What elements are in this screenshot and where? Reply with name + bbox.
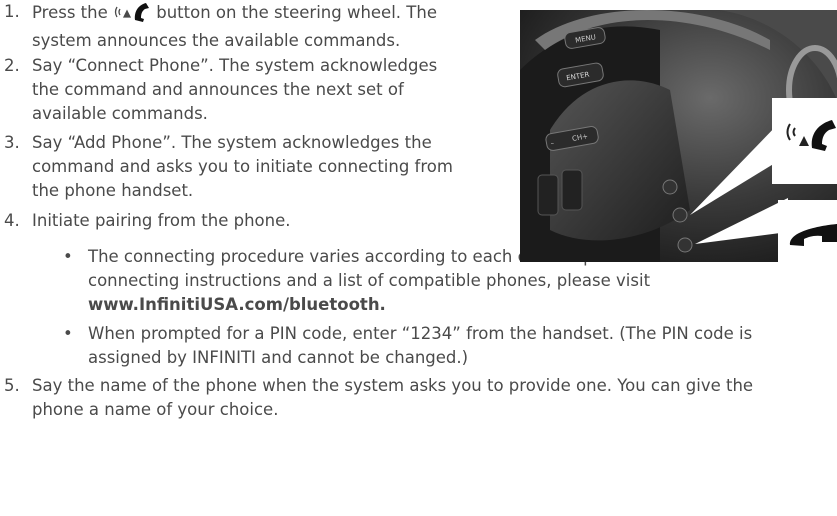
bullet-text: When prompted for a PIN code, enter “123… bbox=[88, 322, 752, 370]
step-text: Say “Connect Phone”. The system acknowle… bbox=[32, 54, 437, 126]
steering-wheel-photo: MENU ENTER – CH+ bbox=[520, 10, 837, 262]
step-number: 3. bbox=[4, 133, 20, 152]
step-line: Say “Connect Phone”. The system acknowle… bbox=[32, 56, 438, 75]
step-number: 2. bbox=[4, 56, 20, 75]
step-line: Say “Add Phone”. The system acknowledges… bbox=[32, 133, 432, 152]
step-line: Initiate pairing from the phone. bbox=[32, 211, 291, 230]
bullet-dot: • bbox=[63, 324, 73, 343]
step-text: Initiate pairing from the phone. bbox=[32, 209, 291, 233]
step-line: Say the name of the phone when the syste… bbox=[32, 376, 754, 395]
bullet-line: assigned by INFINITI and cannot be chang… bbox=[88, 348, 469, 367]
talk-phone-icon bbox=[113, 0, 151, 29]
bullet-dot: • bbox=[63, 247, 73, 266]
step-line: command and asks you to initiate connect… bbox=[32, 157, 453, 176]
step-line: the phone handset. bbox=[32, 181, 194, 200]
step-text: Say “Add Phone”. The system acknowledges… bbox=[32, 131, 453, 203]
step-1-text-after-icon: button on the steering wheel. The bbox=[156, 3, 437, 22]
step-text: Say the name of the phone when the syste… bbox=[32, 374, 753, 422]
step-line: system announces the available commands. bbox=[32, 31, 401, 50]
step-line: the command and announces the next set o… bbox=[32, 80, 404, 99]
step-number: 1. bbox=[4, 2, 20, 21]
bluetooth-link[interactable]: www.InfinitiUSA.com/bluetooth. bbox=[88, 293, 800, 317]
bullet-line: connecting instructions and a list of co… bbox=[88, 271, 651, 290]
step-text: Press the button on the steering wheel. … bbox=[32, 0, 437, 53]
bullet-line: When prompted for a PIN code, enter “123… bbox=[88, 324, 753, 343]
step-1-text-before-icon: Press the bbox=[32, 3, 108, 22]
step-line: available commands. bbox=[32, 104, 208, 123]
step-number: 5. bbox=[4, 376, 20, 395]
step-number: 4. bbox=[4, 211, 20, 230]
step-line: phone a name of your choice. bbox=[32, 400, 279, 419]
